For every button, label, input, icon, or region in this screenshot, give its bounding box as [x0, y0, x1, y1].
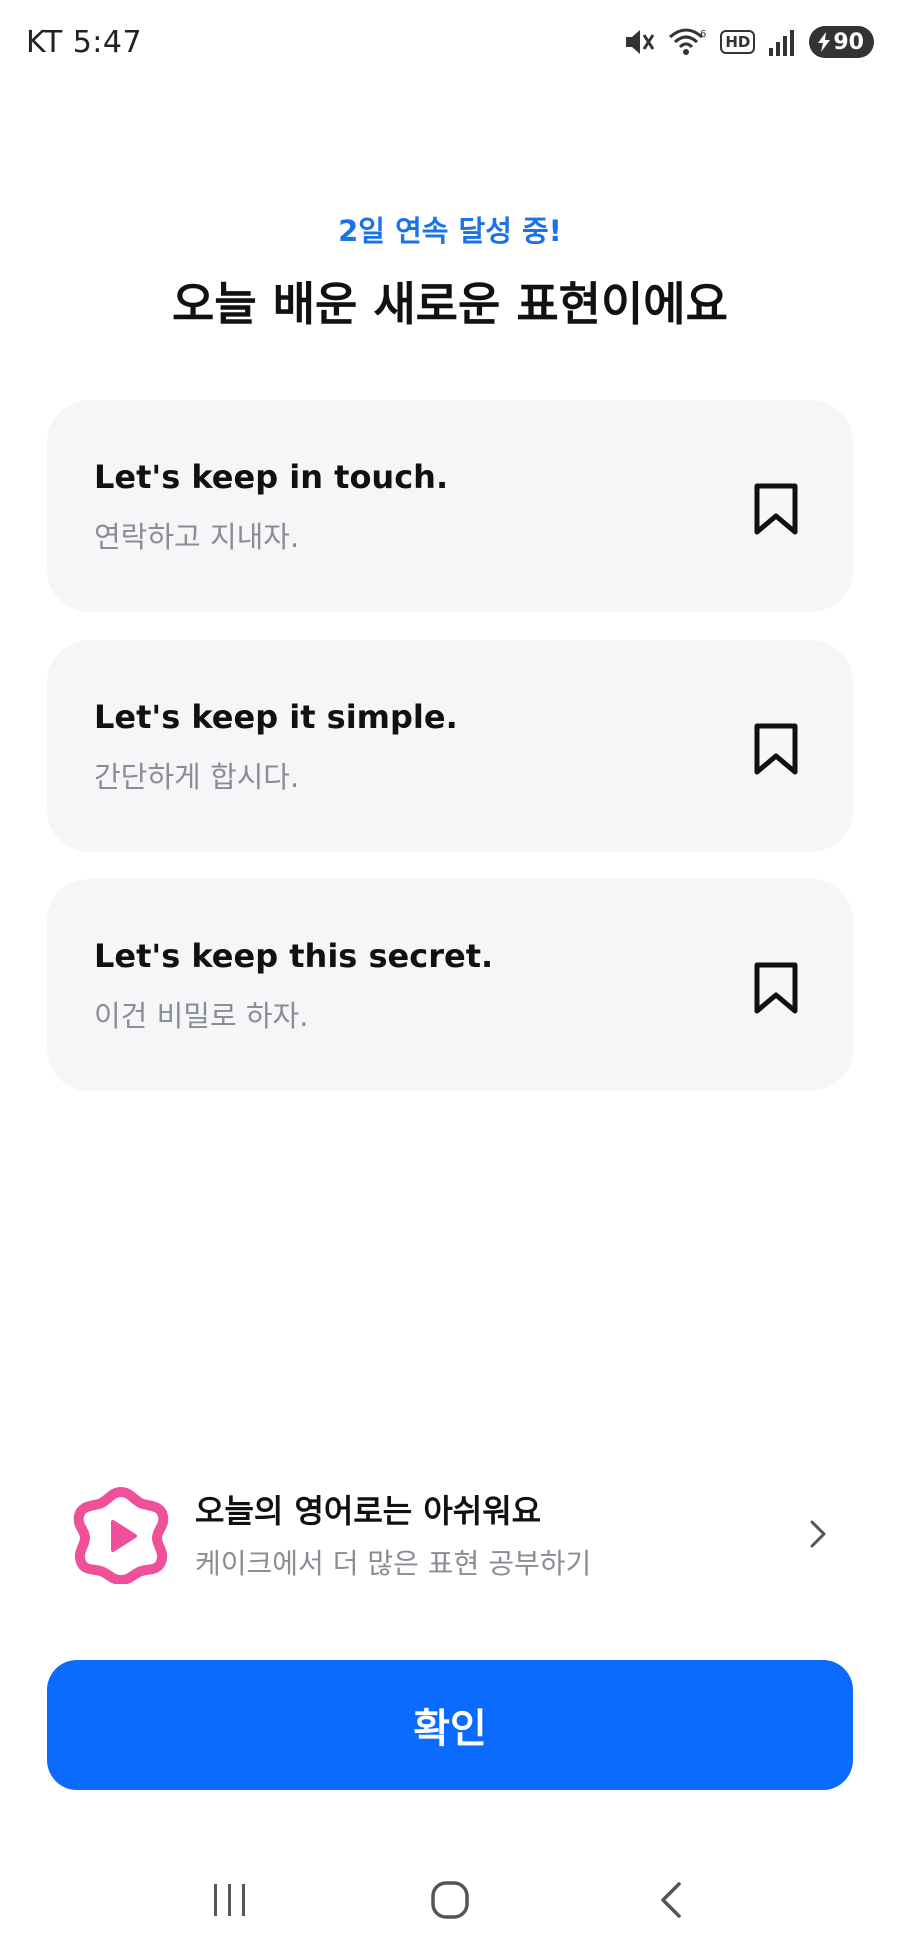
bookmark-icon[interactable] — [751, 482, 801, 536]
status-icons: 6 HD 90 — [624, 26, 874, 58]
streak-label: 2일 연속 달성 중! — [338, 214, 562, 248]
signal-icon — [769, 30, 795, 56]
page-title: 오늘 배운 새로운 표현이에요 — [172, 277, 728, 331]
phrase-english: Let's keep in touch. — [94, 458, 449, 496]
cake-app-logo-icon — [73, 1487, 169, 1584]
battery-level: 90 — [833, 29, 864, 55]
promo-title: 오늘의 영어로는 아쉬워요 — [195, 1492, 542, 1530]
confirm-button[interactable]: 확인 — [47, 1660, 853, 1790]
hd-badge: HD — [720, 30, 756, 54]
phrase-english: Let's keep this secret. — [94, 937, 494, 975]
wifi-icon: 6 — [669, 28, 707, 55]
home-button[interactable] — [410, 1865, 490, 1935]
phrase-card: Let's keep in touch. 연락하고 지내자. — [47, 400, 853, 612]
recent-apps-icon — [214, 1884, 245, 1916]
phrase-card: Let's keep it simple. 간단하게 합시다. — [47, 640, 853, 852]
carrier-time: KT 5:47 — [26, 24, 143, 60]
phrase-korean: 이건 비밀로 하자. — [94, 999, 309, 1033]
recent-apps-button[interactable] — [190, 1865, 270, 1935]
status-bar: KT 5:47 6 HD 90 — [0, 0, 900, 84]
cake-promo-link[interactable]: 오늘의 영어로는 아쉬워요 케이크에서 더 많은 표현 공부하기 — [47, 1470, 853, 1600]
phrase-english: Let's keep it simple. — [94, 698, 458, 736]
promo-subtitle: 케이크에서 더 많은 표현 공부하기 — [195, 1547, 592, 1580]
chevron-right-icon — [810, 1520, 826, 1548]
svg-text:6: 6 — [700, 29, 706, 40]
phrase-korean: 연락하고 지내자. — [94, 520, 300, 554]
bookmark-icon[interactable] — [751, 961, 801, 1015]
phrase-card: Let's keep this secret. 이건 비밀로 하자. — [47, 879, 853, 1091]
screen: KT 5:47 6 HD 90 2일 연속 달성 중! 오늘 배운 새로운 표현… — [0, 0, 900, 1950]
charging-icon — [818, 32, 831, 52]
bookmark-icon[interactable] — [751, 722, 801, 776]
back-button[interactable] — [630, 1865, 710, 1935]
system-nav-bar — [0, 1850, 900, 1950]
phrase-korean: 간단하게 합시다. — [94, 760, 300, 794]
back-icon — [661, 1882, 681, 1918]
home-icon — [431, 1881, 469, 1919]
mute-icon — [626, 30, 655, 54]
battery-indicator: 90 — [809, 26, 874, 58]
